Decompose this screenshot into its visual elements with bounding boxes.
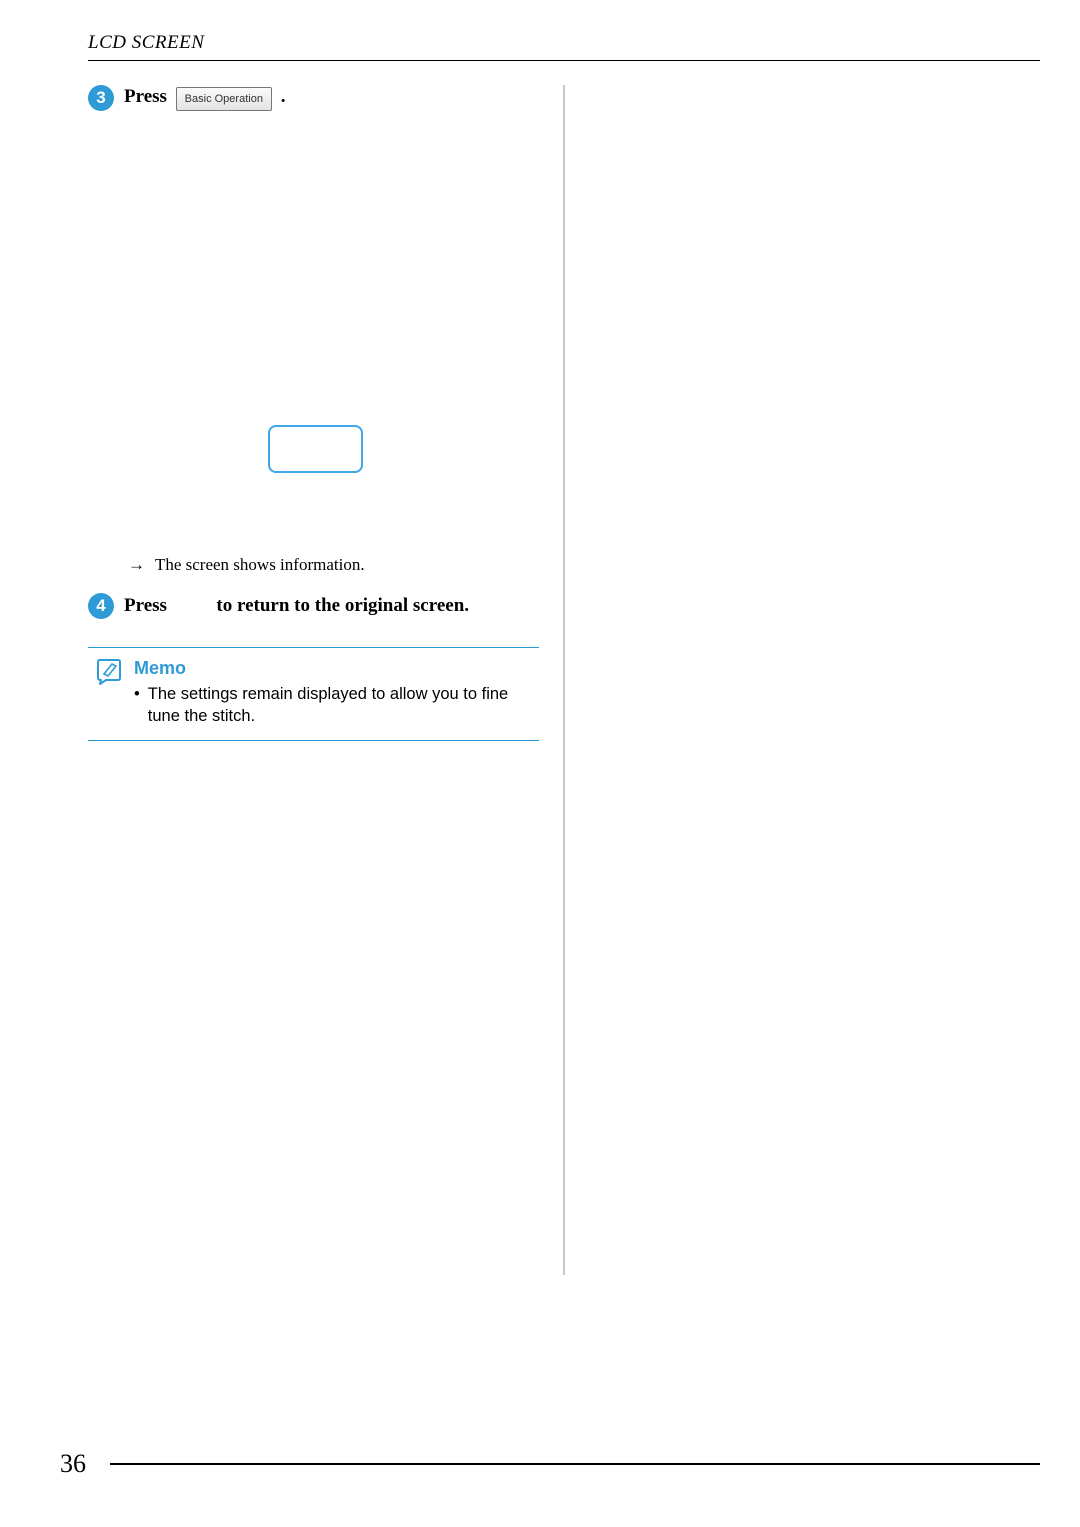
right-column	[565, 85, 1040, 1275]
step-3-period: .	[281, 86, 286, 107]
step-4-text: Press to return to the original screen.	[124, 595, 469, 617]
memo-bullet: • The settings remain displayed to allow…	[134, 683, 533, 728]
step-4-rest: to return to the original screen.	[216, 595, 469, 616]
left-column: 3 Press Basic Operation . → The screen s…	[88, 85, 563, 1275]
header-rule	[88, 60, 1040, 61]
arrow-right-icon: →	[128, 555, 145, 575]
step-3-press: Press	[124, 86, 167, 107]
step-4-press: Press	[124, 595, 167, 616]
bullet-dot-icon: •	[134, 683, 140, 728]
step-badge-3: 3	[88, 85, 114, 111]
memo-box: Memo • The settings remain displayed to …	[88, 647, 539, 741]
footer-rule	[110, 1463, 1040, 1465]
page-number: 36	[60, 1449, 86, 1479]
memo-title: Memo	[134, 658, 533, 679]
screenshot-highlight-box	[268, 425, 363, 473]
basic-operation-button[interactable]: Basic Operation	[176, 87, 272, 111]
step-badge-4: 4	[88, 593, 114, 619]
result-note: → The screen shows information.	[128, 555, 539, 575]
step-4: 4 Press to return to the original screen…	[88, 593, 539, 619]
memo-bullet-text: The settings remain displayed to allow y…	[148, 683, 533, 728]
step-3: 3 Press Basic Operation .	[88, 85, 539, 111]
memo-rule-bottom	[88, 740, 539, 741]
memo-icon	[94, 658, 124, 691]
lcd-screenshot-area	[88, 125, 539, 545]
step-3-text: Press Basic Operation .	[124, 86, 285, 111]
section-header: LCD SCREEN	[88, 32, 1040, 54]
result-note-text: The screen shows information.	[155, 555, 365, 574]
page-footer: 36	[60, 1449, 1040, 1479]
